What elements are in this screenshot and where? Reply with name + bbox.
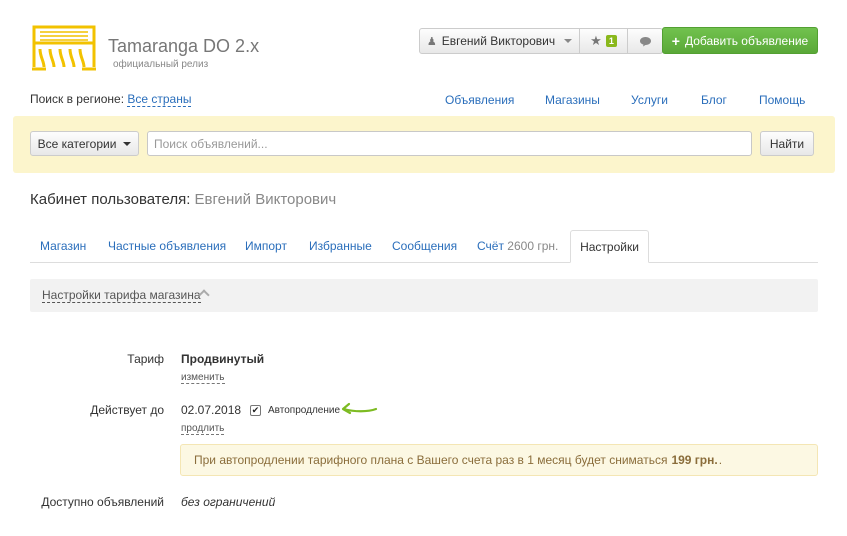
logo-icon[interactable] [30,23,98,73]
extend-link[interactable]: продлить [181,423,225,435]
tariff-value: Продвинутый [181,352,265,366]
tariff-settings-toggle[interactable]: Настройки тарифа магазина [42,288,201,303]
tab-shop[interactable]: Магазин [40,239,86,253]
nav-listings[interactable]: Объявления [445,93,514,107]
tab-account[interactable]: Счёт 2600 грн. [477,239,558,253]
plus-icon: + [671,32,680,49]
region-link[interactable]: Все страны [127,92,192,107]
user-name: Евгений Викторович [441,34,556,48]
auto-renew-checkbox[interactable]: ✔ [250,405,261,416]
tab-favorites[interactable]: Избранные [309,239,372,253]
arrow-left-icon [341,402,378,415]
chevron-down-icon [123,141,132,146]
nav-shops[interactable]: Магазины [545,93,600,107]
change-tariff-link[interactable]: изменить [181,372,225,384]
chat-icon [639,36,651,46]
region-selector: Поиск в регионе: Все страны [30,92,192,107]
tab-private-listings[interactable]: Частные объявления [108,239,226,253]
tariff-label: Тариф [127,352,164,366]
notice-amount: 199 грн. [671,453,718,467]
search-button[interactable]: Найти [760,131,814,156]
tab-account-balance: 2600 грн. [507,239,559,253]
page-title-user: Евгений Викторович [194,191,337,208]
category-label: Все категории [37,136,117,151]
available-listings-label: Доступно объявлений [41,495,164,509]
valid-until-label: Действует до [90,403,164,417]
tab-settings[interactable]: Настройки [570,230,649,263]
region-label: Поиск в регионе: [30,92,125,106]
favorites-button[interactable]: ★ 1 [580,28,628,54]
user-icon: ♟ [426,35,437,48]
notice-suffix: . [718,453,723,467]
brand-title[interactable]: Tamaranga DO 2.x [108,36,259,57]
chevron-down-icon [564,39,573,43]
tab-messages[interactable]: Сообщения [392,239,457,253]
nav-services[interactable]: Услуги [631,93,668,107]
page-title: Кабинет пользователя: Евгений Викторович [30,191,336,208]
auto-renew-notice: При автопродлении тарифного плана с Ваше… [180,444,818,476]
auto-renew-label[interactable]: Автопродление [268,405,340,416]
add-listing-button[interactable]: + Добавить объявление [662,27,818,54]
available-listings-value: без ограничений [181,495,276,509]
category-dropdown[interactable]: Все категории [30,131,139,156]
star-icon: ★ [590,33,602,48]
page-title-label: Кабинет пользователя: [30,191,191,208]
notice-text: При автопродлении тарифного плана с Ваше… [194,453,668,467]
nav-help[interactable]: Помощь [759,93,805,107]
tabs-divider [30,262,818,263]
brand-subtitle: официальный релиз [113,59,209,70]
tab-import[interactable]: Импорт [245,239,287,253]
add-listing-label: Добавить объявление [684,33,809,48]
valid-until-date: 02.07.2018 [181,403,242,417]
nav-blog[interactable]: Блог [701,93,727,107]
search-input[interactable] [147,131,752,156]
messages-button[interactable] [628,28,663,54]
favorites-count-badge: 1 [605,35,617,47]
user-menu-button[interactable]: ♟ Евгений Викторович [419,28,580,54]
tab-account-label: Счёт [477,239,504,253]
